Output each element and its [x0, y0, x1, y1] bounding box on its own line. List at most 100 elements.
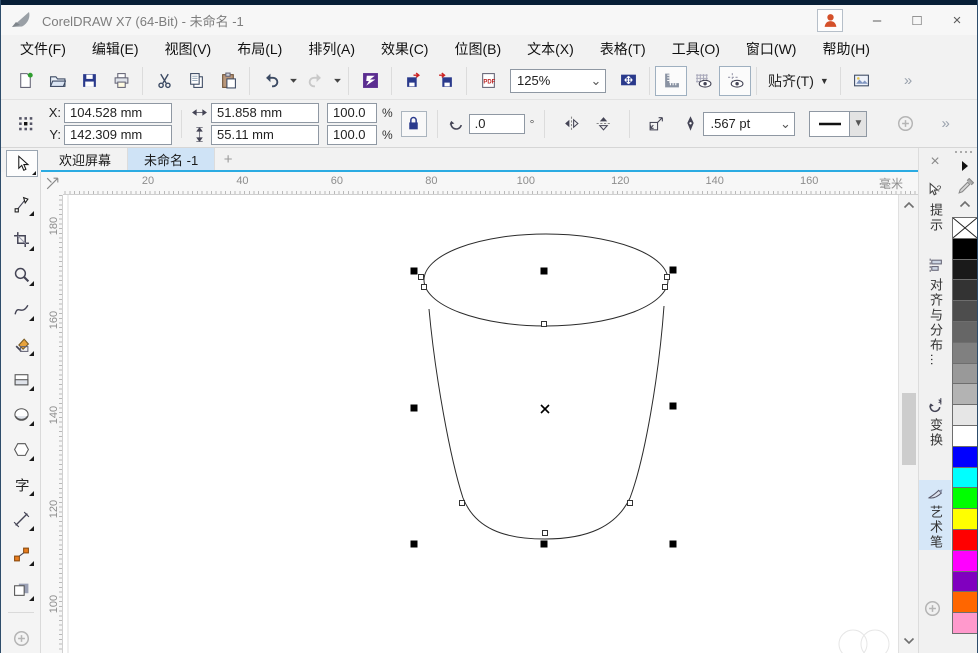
- freehand-tool[interactable]: [7, 295, 35, 323]
- color-swatch-red[interactable]: [952, 529, 978, 551]
- docker-tab-hint[interactable]: ?提示: [919, 178, 952, 233]
- color-swatch-yellow[interactable]: [952, 508, 978, 530]
- color-swatch-70%-black[interactable]: [952, 300, 978, 322]
- object-width-field[interactable]: 51.858 mm: [211, 103, 319, 123]
- outline-width-combo[interactable]: .567 pt ⌄: [703, 112, 795, 136]
- toolbar-overflow-button[interactable]: »: [904, 72, 910, 89]
- color-swatch-10%-black[interactable]: [952, 404, 978, 426]
- export-button[interactable]: [429, 66, 461, 96]
- scrollbar-thumb[interactable]: [902, 393, 916, 465]
- docker-close-button[interactable]: ×: [925, 152, 945, 172]
- scroll-down-icon[interactable]: [901, 633, 917, 649]
- crop-tool[interactable]: [7, 225, 35, 253]
- title-bar[interactable]: CorelDRAW X7 (64-Bit) - 未命名 -1 – □ ×: [1, 5, 977, 35]
- menu-窗口[interactable]: 窗口(W): [733, 35, 810, 63]
- eyedropper-icon[interactable]: [951, 178, 978, 195]
- color-swatch-40%-black[interactable]: [952, 363, 978, 385]
- lock-ratio-button[interactable]: [401, 111, 427, 137]
- add-property-button[interactable]: [889, 109, 921, 139]
- pdf-button[interactable]: PDF: [472, 66, 504, 96]
- line-style-combo[interactable]: ▼: [809, 111, 867, 137]
- new-doc-button[interactable]: [9, 66, 41, 96]
- new-document-tab-button[interactable]: +: [215, 148, 241, 170]
- palette-flyout-icon[interactable]: [951, 160, 978, 172]
- rectangle-tool[interactable]: [7, 365, 35, 393]
- guides-eye-button[interactable]: [719, 66, 751, 96]
- color-swatch-pink[interactable]: [952, 612, 978, 634]
- grid-eye-button[interactable]: [687, 66, 719, 96]
- object-height-field[interactable]: 55.11 mm: [211, 125, 319, 145]
- caret-down-icon[interactable]: [331, 66, 343, 96]
- palette-scroll-up-icon[interactable]: [951, 200, 978, 208]
- docker-tab-artistic[interactable]: 艺术笔: [919, 480, 952, 550]
- chevron-down-icon[interactable]: ▼: [849, 112, 866, 136]
- caret-down-icon[interactable]: [287, 66, 299, 96]
- x-position-field[interactable]: 104.528 mm: [64, 103, 172, 123]
- undo-button[interactable]: [255, 66, 287, 96]
- ellipse-tool[interactable]: [7, 400, 35, 428]
- paste-button[interactable]: [212, 66, 244, 96]
- color-swatch-30%-black[interactable]: [952, 383, 978, 405]
- menu-编辑[interactable]: 编辑(E): [79, 35, 152, 63]
- cup-outline-object[interactable]: [424, 234, 668, 539]
- scroll-up-icon[interactable]: [901, 197, 917, 213]
- smart-fill-tool[interactable]: [7, 330, 35, 358]
- app-launcher-button[interactable]: [354, 66, 386, 96]
- docker-tab-align[interactable]: 对齐与分布…: [919, 253, 952, 368]
- color-swatch-white[interactable]: [952, 425, 978, 447]
- account-button[interactable]: [817, 9, 843, 32]
- dimension-tool[interactable]: [7, 505, 35, 533]
- color-swatch-purple[interactable]: [952, 571, 978, 593]
- zoom-level-combo[interactable]: 125% ⌄: [510, 69, 606, 93]
- color-swatch-black[interactable]: [952, 238, 978, 260]
- y-position-field[interactable]: 142.309 mm: [64, 125, 172, 145]
- curve-nodes[interactable]: [419, 275, 670, 536]
- cut-button[interactable]: [148, 66, 180, 96]
- print-button[interactable]: [105, 66, 137, 96]
- color-swatch-80%-black[interactable]: [952, 279, 978, 301]
- menu-文本[interactable]: 文本(X): [514, 35, 587, 63]
- color-swatch-90%-black[interactable]: [952, 259, 978, 281]
- document-tab[interactable]: 未命名 -1: [128, 148, 215, 170]
- menu-帮助[interactable]: 帮助(H): [809, 35, 882, 63]
- palette-drag-handle[interactable]: [951, 150, 978, 154]
- document-tab[interactable]: 欢迎屏幕: [43, 148, 128, 170]
- color-swatch-green[interactable]: [952, 487, 978, 509]
- connector-tool[interactable]: [7, 540, 35, 568]
- horizontal-ruler[interactable]: 毫米 20406080100120140160: [41, 172, 919, 195]
- color-swatch-cyan[interactable]: [952, 467, 978, 489]
- drop-shadow-tool[interactable]: [7, 575, 35, 603]
- menu-表格[interactable]: 表格(T): [587, 35, 659, 63]
- snap-to-dropdown[interactable]: 贴齐(T) ▼: [762, 71, 835, 91]
- color-swatch-orange[interactable]: [952, 591, 978, 613]
- pick-tool-selected[interactable]: [6, 150, 38, 177]
- object-center-x-marker[interactable]: [541, 405, 549, 413]
- vertical-ruler[interactable]: 180160140120100: [41, 195, 63, 653]
- fit-screen-button[interactable]: [612, 66, 644, 96]
- rulers-button[interactable]: [655, 66, 687, 96]
- close-button[interactable]: ×: [937, 6, 977, 34]
- color-swatch-no-color[interactable]: [952, 217, 978, 239]
- copy-button[interactable]: [180, 66, 212, 96]
- open-folder-button[interactable]: [41, 66, 73, 96]
- color-swatch-60%-black[interactable]: [952, 321, 978, 343]
- drawing-canvas[interactable]: [63, 195, 898, 653]
- docker-tab-transf[interactable]: 变换: [919, 393, 952, 448]
- menu-工具[interactable]: 工具(O): [659, 35, 733, 63]
- scale-x-field[interactable]: 100.0: [327, 103, 377, 123]
- menu-视图[interactable]: 视图(V): [152, 35, 225, 63]
- color-swatch-50%-black[interactable]: [952, 342, 978, 364]
- chevron-down-icon[interactable]: ⌄: [776, 116, 794, 132]
- zoom-tool[interactable]: [7, 260, 35, 288]
- menu-排列[interactable]: 排列(A): [295, 35, 368, 63]
- property-bar-overflow-button[interactable]: »: [941, 115, 947, 132]
- rotation-angle-field[interactable]: .0: [469, 114, 525, 134]
- save-button[interactable]: [73, 66, 105, 96]
- vertical-scrollbar[interactable]: [898, 195, 918, 653]
- maximize-button[interactable]: □: [897, 6, 937, 34]
- text-tool[interactable]: 字: [7, 470, 35, 498]
- menu-文件[interactable]: 文件(F): [7, 35, 79, 63]
- scale-y-field[interactable]: 100.0: [327, 125, 377, 145]
- chevron-down-icon[interactable]: ⌄: [587, 73, 605, 89]
- mirror-vertical-button[interactable]: [587, 109, 619, 139]
